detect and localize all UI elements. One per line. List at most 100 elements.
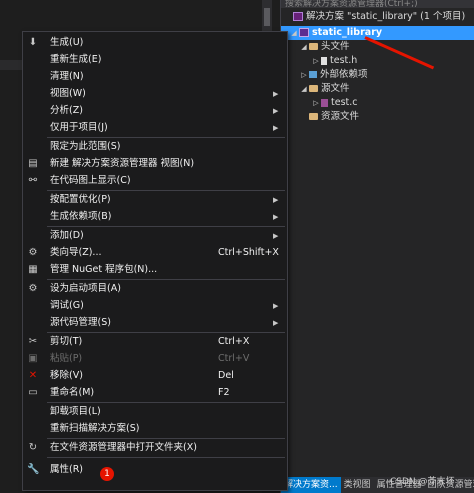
gear-icon: ⚙ [28,283,38,294]
menu-item-build-dependencies[interactable]: 生成依赖项(B) ▶ [23,209,287,225]
submenu-arrow-icon: ▶ [273,302,279,310]
references-icon [309,71,317,78]
expand-arrow-icon[interactable]: ◢ [289,26,299,40]
menu-separator [47,279,285,280]
menu-item-remove[interactable]: ✕ 移除(V) Del [23,368,287,384]
menu-separator [47,332,285,333]
menu-item-label: 限定为此范围(S) [50,141,121,152]
rename-icon: ▭ [28,387,38,398]
tree-item-label: 资源文件 [321,111,360,122]
tree-item-project[interactable]: ◢ static_library [281,26,474,40]
menu-item-label: 在文件资源管理器中打开文件夹(X) [50,442,197,453]
tree-item-header-files[interactable]: ◢ 头文件 [299,40,350,54]
menu-separator [47,137,285,138]
expand-arrow-icon[interactable]: ◢ [299,40,309,54]
watermark: CSDN @芥末坏 [390,477,455,487]
tab-solution-explorer[interactable]: 解决方案资... [281,477,341,493]
menu-item-scope-to-this[interactable]: 限定为此范围(S) [23,139,287,155]
menu-item-rescan-solution[interactable]: 重新扫描解决方案(S) [23,421,287,437]
tree-item-test-c[interactable]: ▷ test.c [311,96,358,110]
menu-item-label: 生成(U) [50,37,84,48]
submenu-arrow-icon: ▶ [273,107,279,115]
menu-separator [47,402,285,403]
menu-item-open-in-explorer[interactable]: ↻ 在文件资源管理器中打开文件夹(X) [23,440,287,456]
menu-item-rebuild[interactable]: 重新生成(E) [23,52,287,68]
context-menu: ⬇ 生成(U) 重新生成(E) 清理(N) 视图(W) ▶ 分析(Z) ▶ 仅用于项目… [22,31,288,491]
menu-separator [47,190,285,191]
menu-item-manage-nuget[interactable]: ▦ 管理 NuGet 程序包(N)... [23,262,287,278]
search-input[interactable]: 搜索解决方案资源管理器(Ctrl+;) [281,0,474,8]
menu-item-label: 移除(V) [50,370,83,381]
tree-item-label: 源文件 [321,83,350,94]
open-folder-icon: ↻ [28,442,38,453]
tree-item-solution[interactable]: 解决方案 "static_library" (1 个项目) [283,10,465,24]
scissors-icon: ✂ [28,336,38,347]
menu-item-label: 管理 NuGet 程序包(N)... [50,264,158,275]
menu-item-shortcut: Ctrl+V [218,353,250,364]
tree-item-test-h[interactable]: ▷ test.h [311,54,357,68]
menu-item-label: 卸载项目(L) [50,406,101,417]
submenu-arrow-icon: ▶ [273,196,279,204]
menu-item-label: 粘贴(P) [50,353,83,364]
annotation-badge: 1 [100,467,114,481]
tree-item-source-files[interactable]: ◢ 源文件 [299,82,350,96]
remove-icon: ✕ [28,370,38,381]
tree-item-label: test.h [330,55,358,66]
menu-item-set-startup[interactable]: ⚙ 设为启动项目(A) [23,281,287,297]
menu-item-label: 清理(N) [50,71,84,82]
menu-item-view[interactable]: 视图(W) ▶ [23,86,287,102]
wrench-icon: 🔧 [27,464,40,475]
menu-item-cut[interactable]: ✂ 剪切(T) Ctrl+X [23,334,287,350]
collapse-arrow-icon[interactable]: ▷ [311,54,321,68]
tree-item-label: 外部依赖项 [320,69,368,80]
solution-explorer: 搜索解决方案资源管理器(Ctrl+;) 解决方案 "static_library… [280,0,474,493]
menu-item-pgo[interactable]: 按配置优化(P) ▶ [23,192,287,208]
collapse-arrow-icon[interactable]: ▷ [311,96,321,110]
submenu-arrow-icon: ▶ [273,232,279,240]
menu-item-debug[interactable]: 调试(G) ▶ [23,298,287,314]
menu-item-analyze[interactable]: 分析(Z) ▶ [23,103,287,119]
menu-item-label: 属性(R) [50,464,84,475]
header-file-icon [321,56,327,65]
menu-separator [47,457,285,458]
menu-item-project-only[interactable]: 仅用于项目(J) ▶ [23,120,287,136]
menu-item-new-view[interactable]: ▤ 新建 解决方案资源管理器 视图(N) [23,156,287,172]
menu-item-show-on-code-map[interactable]: ⚯ 在代码图上显示(C) [23,173,287,189]
menu-item-label: 生成依赖项(B) [50,211,112,222]
menu-item-rename[interactable]: ▭ 重命名(M) F2 [23,385,287,401]
tab-class-view[interactable]: 类视图 [341,477,374,493]
menu-item-label: 重命名(M) [50,387,95,398]
menu-item-class-wizard[interactable]: ⚙ 类向导(Z)... Ctrl+Shift+X [23,245,287,261]
menu-item-label: 重新生成(E) [50,54,102,65]
nuget-icon: ▦ [28,264,38,275]
menu-item-shortcut: F2 [218,387,230,398]
menu-item-label: 源代码管理(S) [50,317,111,328]
menu-item-add[interactable]: 添加(D) ▶ [23,228,287,244]
menu-item-label: 视图(W) [50,88,86,99]
menu-item-source-control[interactable]: 源代码管理(S) ▶ [23,315,287,331]
menu-item-label: 类向导(Z)... [50,247,102,258]
submenu-arrow-icon: ▶ [273,124,279,132]
menu-item-build[interactable]: ⬇ 生成(U) [23,35,287,51]
menu-item-label: 添加(D) [50,230,84,241]
menu-item-paste: ▣ 粘贴(P) Ctrl+V [23,351,287,367]
expand-arrow-icon[interactable]: ◢ [299,82,309,96]
solution-icon [293,12,303,21]
menu-item-unload-project[interactable]: 卸载项目(L) [23,404,287,420]
tree-item-external-deps[interactable]: ▷ 外部依赖项 [299,68,368,82]
new-view-icon: ▤ [28,158,38,169]
scrollbar-thumb[interactable] [264,8,270,26]
menu-item-label: 仅用于项目(J) [50,122,108,133]
tree-item-resource-files[interactable]: 资源文件 [299,110,359,124]
menu-item-shortcut: Ctrl+Shift+X [218,247,279,258]
collapse-arrow-icon[interactable]: ▷ [299,68,309,82]
tree-item-label: 头文件 [321,41,350,52]
submenu-arrow-icon: ▶ [273,319,279,327]
tree-item-label: test.c [331,97,358,108]
menu-item-label: 剪切(T) [50,336,83,347]
paste-icon: ▣ [28,353,38,364]
menu-item-clean[interactable]: 清理(N) [23,69,287,85]
menu-item-label: 分析(Z) [50,105,83,116]
submenu-arrow-icon: ▶ [273,90,279,98]
menu-item-properties[interactable]: 🔧 属性(R) [23,462,287,478]
